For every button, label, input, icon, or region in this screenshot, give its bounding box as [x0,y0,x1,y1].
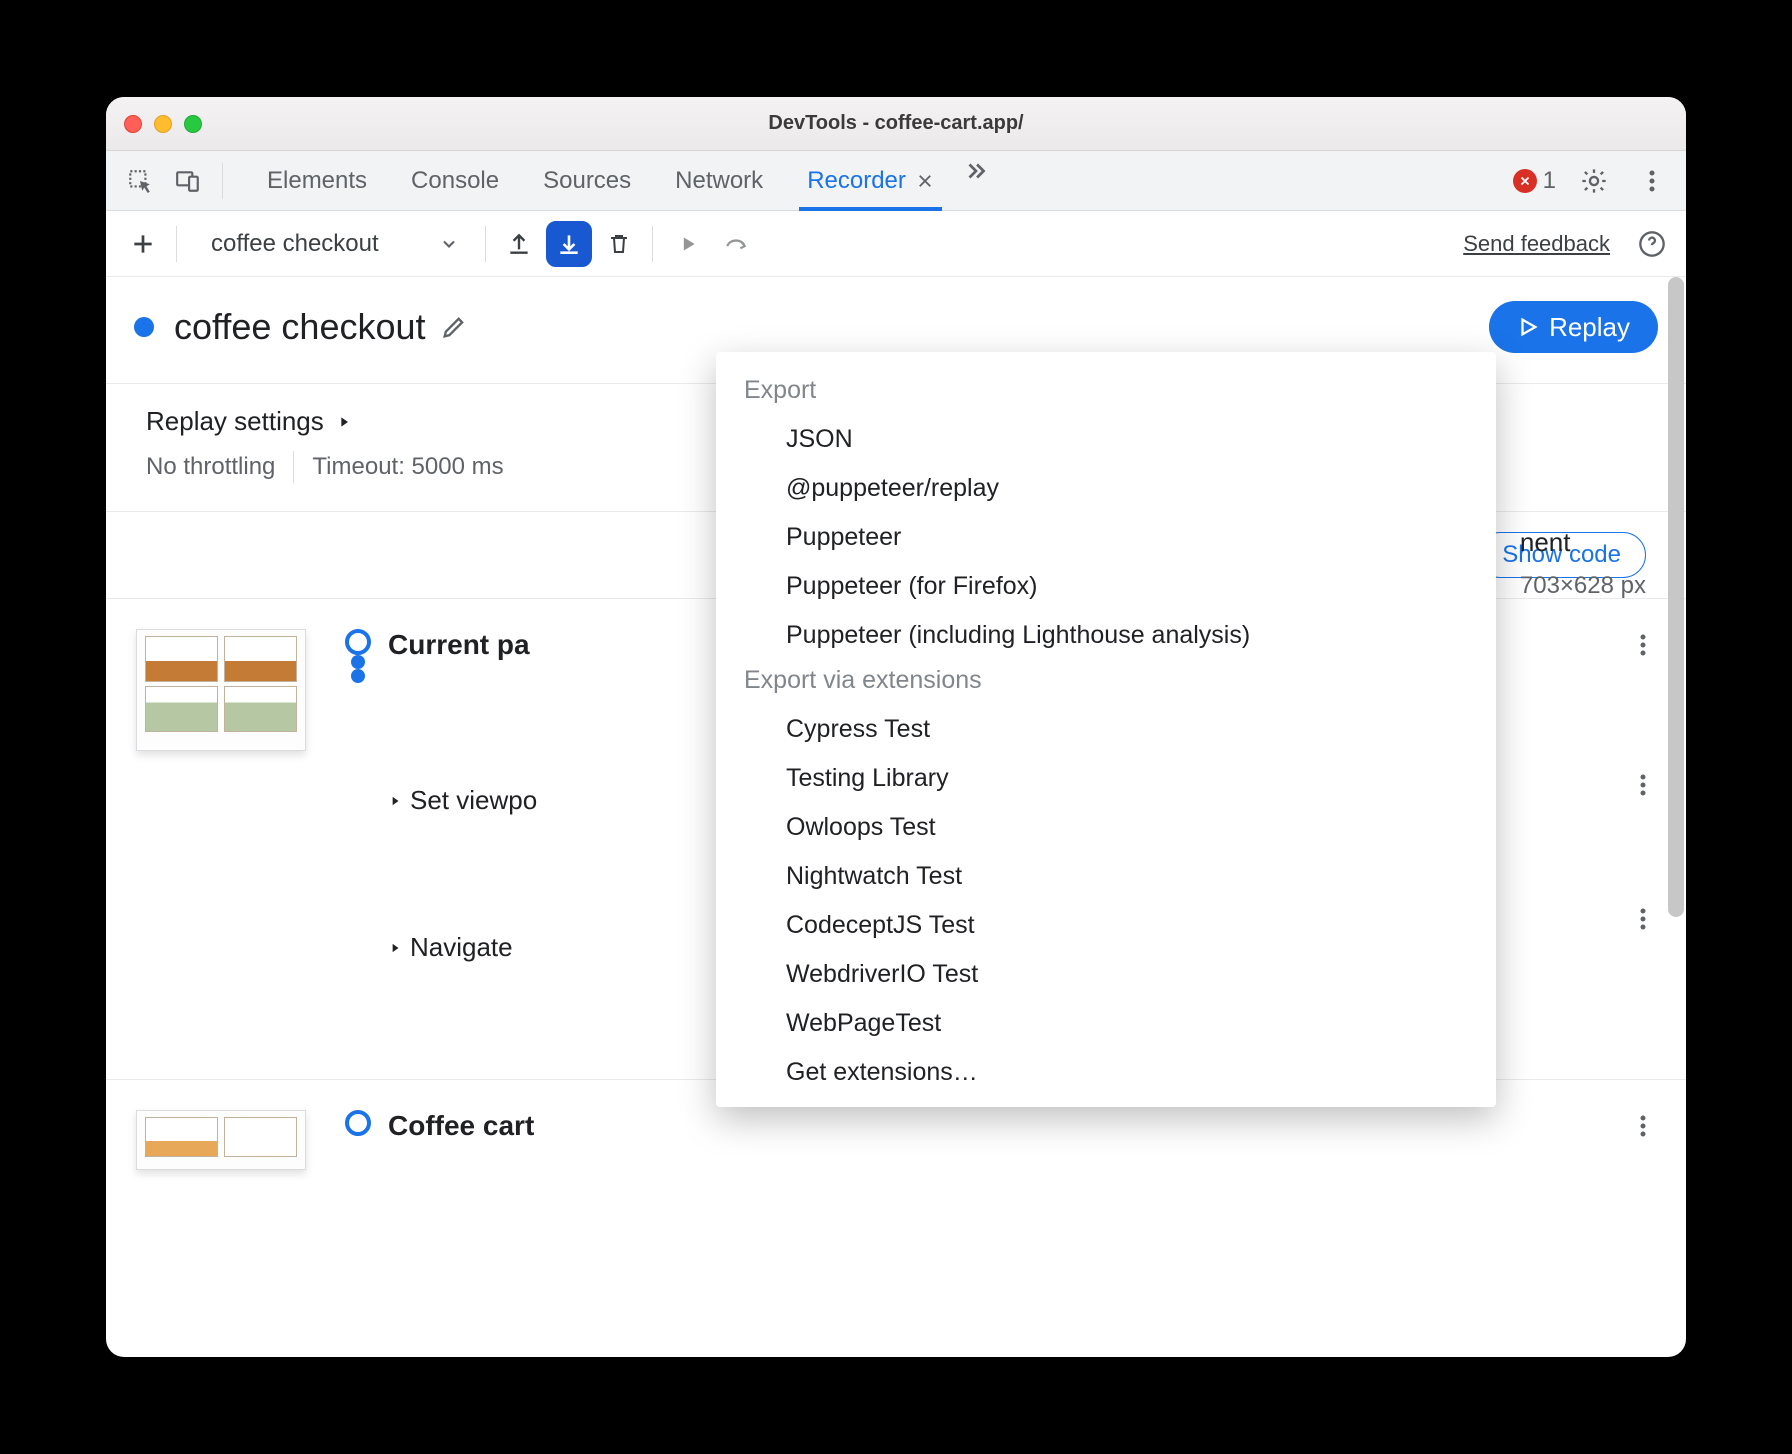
substep-menu-icon[interactable] [1640,773,1646,797]
separator [485,226,486,262]
panel-tabs: Elements Console Sources Network Recorde… [106,151,1686,211]
chevron-down-icon [439,234,459,254]
send-feedback-link[interactable]: Send feedback [1463,231,1610,257]
separator [222,163,223,199]
window-controls [124,115,202,133]
settings-icon[interactable] [1574,161,1614,201]
throttling-label: No throttling [146,453,275,481]
export-option-codeceptjs[interactable]: CodeceptJS Test [716,901,1496,950]
recorder-toolbar: coffee checkout Send feedback [106,211,1686,277]
environment-column: nent 703×628 px [1520,527,1646,600]
separator [293,451,294,483]
export-option-webpagetest[interactable]: WebPageTest [716,999,1496,1048]
export-option-testing-library[interactable]: Testing Library [716,754,1496,803]
recording-select[interactable]: coffee checkout [195,226,475,262]
export-option-get-extensions[interactable]: Get extensions… [716,1048,1496,1097]
error-count: 1 [1543,167,1556,195]
export-button[interactable] [546,221,592,267]
titlebar: DevTools - coffee-cart.app/ [106,97,1686,151]
substep-menu-icon[interactable] [1640,907,1646,931]
timeline-subnode [351,669,365,683]
delete-button[interactable] [596,221,642,267]
step-group: Coffee cart [136,1110,1646,1250]
step-title: Coffee cart [388,1110,1646,1142]
menu-section-header: Export [716,370,1496,415]
timeout-label: Timeout: 5000 ms [312,453,503,481]
environment-title-suffix: nent [1520,527,1646,558]
error-icon [1513,169,1537,193]
new-recording-button[interactable] [120,221,166,267]
devtools-window: DevTools - coffee-cart.app/ Elements Con… [106,97,1686,1357]
tab-console[interactable]: Console [389,151,521,210]
separator [652,226,653,262]
step-thumbnail [136,629,306,751]
export-option-cypress[interactable]: Cypress Test [716,705,1496,754]
export-menu: Export JSON @puppeteer/replay Puppeteer … [716,352,1496,1107]
export-option-puppeteer-firefox[interactable]: Puppeteer (for Firefox) [716,562,1496,611]
menu-section-header: Export via extensions [716,660,1496,705]
tab-recorder[interactable]: Recorder [785,151,956,210]
export-option-puppeteer[interactable]: Puppeteer [716,513,1496,562]
continue-button[interactable] [713,221,759,267]
tab-elements[interactable]: Elements [245,151,389,210]
inspect-icon[interactable] [120,161,160,201]
step-over-button[interactable] [663,221,709,267]
export-option-puppeteer-replay[interactable]: @puppeteer/replay [716,464,1496,513]
help-icon[interactable] [1632,224,1672,264]
export-option-nightwatch[interactable]: Nightwatch Test [716,852,1496,901]
step-menu-icon[interactable] [1640,1114,1646,1138]
zoom-window-button[interactable] [184,115,202,133]
replay-settings-label: Replay settings [146,406,324,437]
export-option-json[interactable]: JSON [716,415,1496,464]
recording-select-label: coffee checkout [211,230,379,258]
device-toggle-icon[interactable] [168,161,208,201]
expand-icon[interactable] [336,414,352,430]
scrollbar[interactable] [1668,277,1684,917]
replay-button[interactable]: Replay [1489,301,1658,353]
tab-sources[interactable]: Sources [521,151,653,210]
error-indicator[interactable]: 1 [1513,167,1556,195]
timeline-node [345,629,371,655]
export-option-webdriverio[interactable]: WebdriverIO Test [716,950,1496,999]
close-tab-icon[interactable] [916,172,934,190]
timeline-subnode [351,655,365,669]
replay-label: Replay [1549,312,1630,343]
environment-size: 703×628 px [1520,572,1646,600]
separator [176,226,177,262]
window-title: DevTools - coffee-cart.app/ [106,112,1686,135]
step-thumbnail [136,1110,306,1170]
minimize-window-button[interactable] [154,115,172,133]
recording-status-dot [134,317,154,337]
step-menu-icon[interactable] [1640,633,1646,657]
more-tabs-icon[interactable] [956,151,996,191]
recording-title: coffee checkout [174,306,426,348]
timeline [328,629,388,683]
export-option-owloops[interactable]: Owloops Test [716,803,1496,852]
timeline-node [345,1110,371,1136]
timeline [328,1110,388,1136]
import-button[interactable] [496,221,542,267]
close-window-button[interactable] [124,115,142,133]
export-option-puppeteer-lighthouse[interactable]: Puppeteer (including Lighthouse analysis… [716,611,1496,660]
more-icon[interactable] [1632,161,1672,201]
edit-title-icon[interactable] [440,313,468,341]
tab-network[interactable]: Network [653,151,785,210]
